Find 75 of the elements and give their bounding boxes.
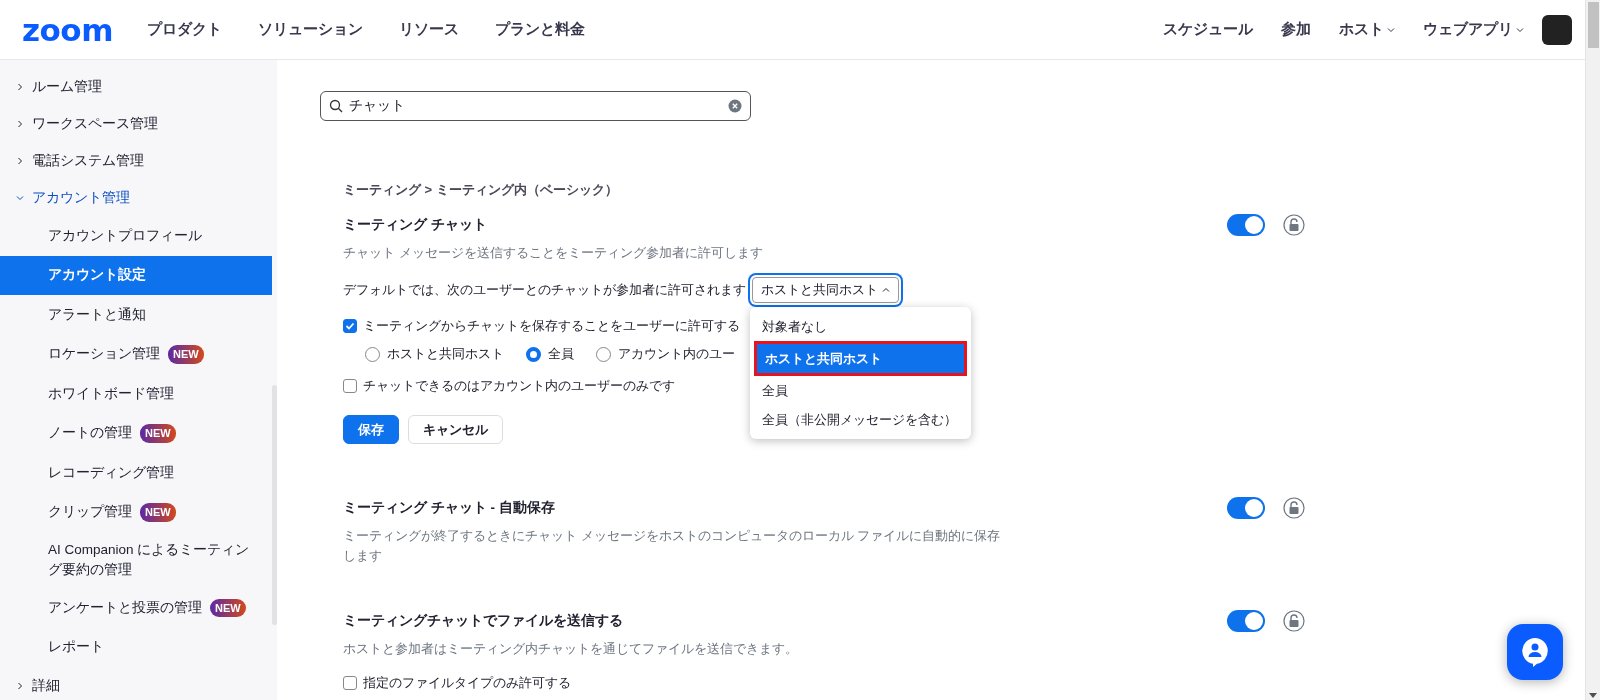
sidebar-item[interactable]: レポート (0, 627, 272, 667)
toggle-switch[interactable] (1227, 497, 1265, 520)
chevron-right-icon (16, 681, 24, 690)
setting-description: ミーティングが終了するときにチャット メッセージをホストのコンピュータのローカル ファイルに自動的に保存します (343, 527, 1002, 566)
chevron-right-icon (16, 82, 24, 91)
search-field[interactable]: チャット (320, 91, 751, 121)
setting-title: ミーティング チャット - 自動保存 (343, 499, 556, 518)
caret-icon (882, 286, 890, 295)
nav-link[interactable]: 参加 (1281, 20, 1311, 39)
sidebar-item[interactable]: アカウントプロフィール (0, 216, 272, 256)
sidebar-item[interactable]: ワークスペース管理 (0, 105, 277, 142)
sidebar-item[interactable]: ロケーション管理 NEW (0, 334, 272, 374)
nav-link[interactable]: ホスト (1339, 20, 1395, 39)
sidebar-item[interactable]: ルーム管理 (0, 68, 277, 105)
unlock-icon[interactable] (1283, 610, 1305, 633)
search-icon (329, 99, 343, 113)
cancel-button[interactable]: キャンセル (408, 415, 503, 445)
setting-title: ミーティングチャットでファイルを送信する (343, 612, 624, 631)
radio-button[interactable] (365, 346, 380, 362)
clear-icon[interactable] (728, 99, 742, 113)
sidebar-item[interactable]: アラートと通知 (0, 295, 272, 335)
breadcrumb: ミーティング > ミーティング内（ベーシック） (343, 181, 619, 199)
select-label: デフォルトでは、次のユーザーとのチャットが参加者に許可されます (343, 281, 746, 300)
scrollbar[interactable] (272, 385, 277, 625)
new-badge: NEW (140, 503, 176, 522)
setting-description: ホストと参加者はミーティング内チャットを通じてファイルを送信できます。 (343, 640, 799, 659)
setting-title: ミーティング チャット (343, 216, 488, 234)
radio-label: ホストと共同ホスト (387, 345, 504, 364)
sidebar-item[interactable]: クリップ管理 NEW (0, 492, 272, 532)
new-badge: NEW (168, 345, 204, 364)
checkbox-label: チャットできるのはアカウント内のユーザーのみです (363, 377, 675, 396)
sidebar-item[interactable]: ホワイトボード管理 (0, 374, 272, 414)
scrollbar-thumb[interactable] (1587, 2, 1599, 48)
radio-button[interactable] (596, 346, 611, 362)
radio-button[interactable] (526, 346, 541, 362)
chat-button[interactable] (1507, 624, 1563, 680)
logo[interactable]: zoom (22, 11, 113, 48)
sidebar-item[interactable]: 詳細 (0, 667, 277, 700)
chat-bubble-icon (1520, 636, 1550, 668)
nav-link[interactable]: プランと料金 (494, 20, 585, 39)
nav-link[interactable]: リソース (398, 20, 459, 39)
chevron-right-icon (16, 156, 24, 165)
nav-link[interactable]: プロダクト (146, 20, 222, 39)
sidebar-item[interactable]: アンケートと投票の管理 NEW (0, 588, 272, 628)
checkmark-icon (345, 321, 355, 332)
checkbox[interactable] (343, 379, 357, 394)
toggle-switch[interactable] (1227, 214, 1265, 236)
sidebar-item[interactable]: 電話システム管理 (0, 142, 277, 179)
toggle-switch[interactable] (1227, 610, 1265, 633)
checkbox-label: ミーティングからチャットを保存することをユーザーに許可する (363, 317, 740, 336)
nav-link[interactable]: ウェブアプリ (1423, 20, 1524, 39)
setting-description: チャット メッセージを送信することをミーティング参加者に許可します (343, 244, 764, 262)
dropdown-option[interactable]: ホストと共同ホスト (757, 344, 964, 374)
scroll-down-arrow-icon[interactable] (1589, 693, 1597, 698)
radio-label: 全員 (548, 345, 574, 364)
sidebar-item[interactable]: アカウント設定 (0, 255, 272, 295)
nav-link[interactable]: スケジュール (1163, 20, 1253, 39)
sidebar-item[interactable]: レコーディング管理 (0, 453, 272, 493)
sidebar-item[interactable]: ノートの管理 NEW (0, 413, 272, 453)
chevron-right-icon (16, 119, 24, 128)
checkbox[interactable] (343, 319, 357, 334)
checkbox-label: 指定のファイルタイプのみ許可する (363, 673, 571, 692)
radio-label: アカウント内のユー (618, 345, 735, 364)
unlock-icon[interactable] (1283, 214, 1305, 236)
new-badge: NEW (140, 424, 176, 443)
scrollbar[interactable] (1585, 0, 1600, 700)
sidebar-item[interactable]: AI Companion によるミーティング要約の管理 (0, 532, 272, 588)
new-badge: NEW (210, 598, 246, 617)
nav-link[interactable]: ソリューション (257, 20, 363, 39)
sidebar-item[interactable]: アカウント管理 (0, 179, 277, 216)
unlock-icon[interactable] (1283, 497, 1305, 520)
chevron-down-icon (16, 193, 24, 202)
avatar[interactable] (1542, 14, 1572, 45)
save-button[interactable]: 保存 (343, 415, 399, 445)
checkbox[interactable] (343, 675, 357, 690)
